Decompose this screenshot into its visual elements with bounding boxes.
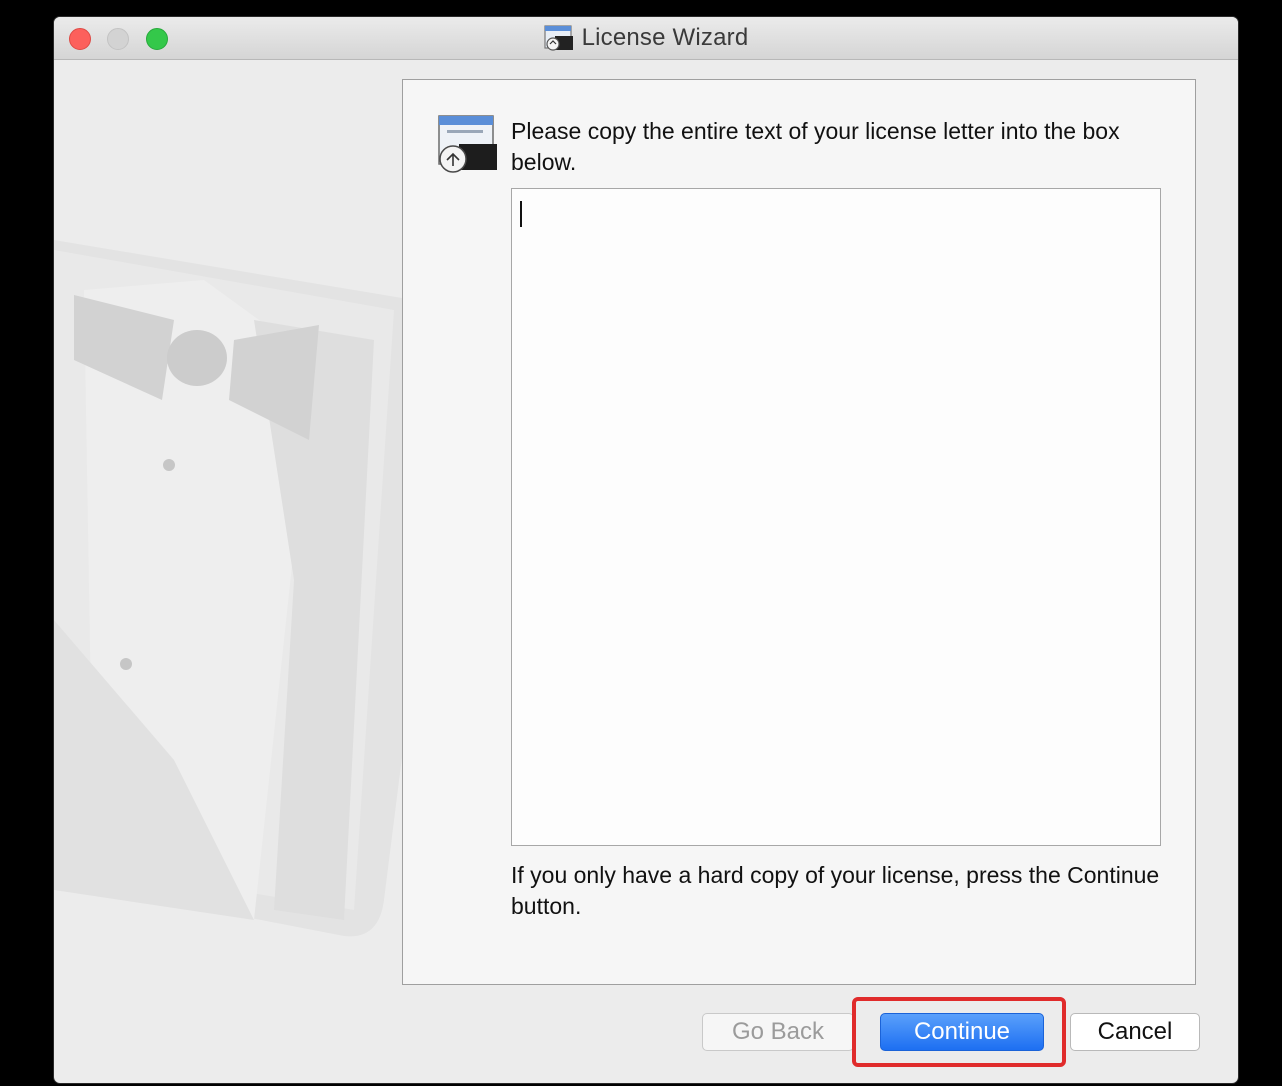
continue-highlight-annotation <box>852 997 1066 1067</box>
instruction-text: Please copy the entire text of your lice… <box>511 118 1120 175</box>
window-title: License Wizard <box>581 24 749 51</box>
license-content-panel: Please copy the entire text of your lice… <box>402 79 1196 985</box>
window-title-group: License Wizard <box>54 17 1238 59</box>
hardcopy-note: If you only have a hard copy of your lic… <box>511 862 1160 919</box>
title-bar[interactable]: License Wizard <box>54 17 1238 60</box>
text-caret <box>520 201 522 227</box>
license-document-icon <box>438 115 497 173</box>
license-wizard-icon <box>543 25 573 51</box>
go-back-button[interactable]: Go Back <box>702 1013 854 1051</box>
license-text-area[interactable] <box>511 188 1161 846</box>
cancel-button[interactable]: Cancel <box>1070 1013 1200 1051</box>
license-wizard-window: License Wizard Please copy the entire te… <box>54 17 1238 1083</box>
